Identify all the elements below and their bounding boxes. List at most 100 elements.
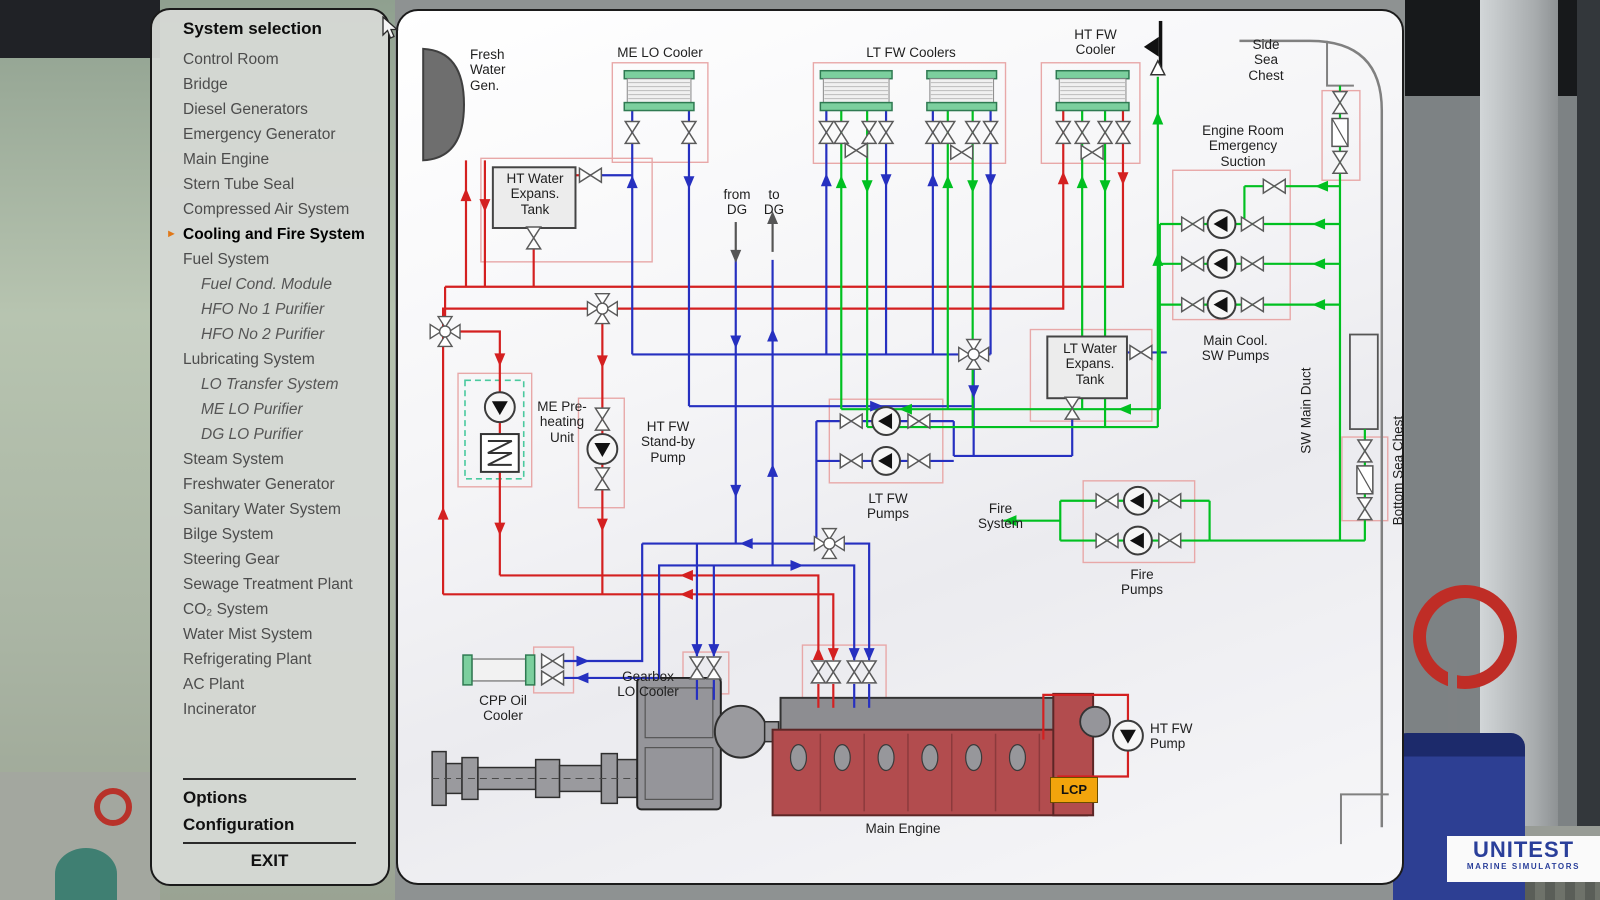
sidebar-item[interactable]: ► ME LO Purifier xyxy=(152,397,388,422)
sidebar-item[interactable]: ► Emergency Generator xyxy=(152,122,388,147)
valve-icon[interactable] xyxy=(579,168,601,182)
flow-arrow-icon xyxy=(575,672,588,683)
pump-icon[interactable] xyxy=(1208,291,1236,319)
valve-icon[interactable] xyxy=(542,671,564,685)
valve-icon[interactable] xyxy=(1182,298,1204,312)
valve-icon[interactable] xyxy=(840,454,862,468)
sidebar-item[interactable]: ► LO Transfer System xyxy=(152,372,388,397)
sidebar-item[interactable]: ► Stern Tube Seal xyxy=(152,172,388,197)
valve-icon[interactable] xyxy=(707,657,721,679)
sidebar-item[interactable]: ► Incinerator xyxy=(152,697,388,722)
pump-icon[interactable] xyxy=(1124,527,1152,555)
sidebar-item[interactable]: ► Diesel Generators xyxy=(152,97,388,122)
exit-button[interactable]: EXIT xyxy=(183,848,356,874)
valve-icon[interactable] xyxy=(862,661,876,683)
pump-icon[interactable] xyxy=(872,407,900,435)
sidebar-item[interactable]: ► Lubricating System xyxy=(152,347,388,372)
valve-icon[interactable] xyxy=(862,121,876,143)
valve-icon[interactable] xyxy=(1241,217,1263,231)
sidebar-item[interactable]: ► Fuel Cond. Module xyxy=(152,272,388,297)
sidebar-item[interactable]: ► Main Engine xyxy=(152,147,388,172)
valve-icon[interactable] xyxy=(1263,179,1285,193)
valve-icon[interactable] xyxy=(951,145,973,159)
sidebar-item[interactable]: ► Water Mist System xyxy=(152,622,388,647)
valve-icon[interactable] xyxy=(845,143,867,157)
valve-icon[interactable] xyxy=(595,468,609,490)
logo-tagline: MARINE SIMULATORS xyxy=(1447,862,1600,872)
sidebar-item[interactable]: ► AC Plant xyxy=(152,672,388,697)
valve-icon[interactable] xyxy=(811,661,825,683)
valve-icon[interactable] xyxy=(1182,217,1204,231)
valve-icon[interactable] xyxy=(879,121,893,143)
sidebar-item[interactable]: ► CO₂ System xyxy=(152,597,388,622)
flow-arrow-icon xyxy=(967,180,978,193)
configuration-button[interactable]: Configuration xyxy=(183,811,356,838)
options-button[interactable]: Options xyxy=(183,784,356,811)
valve-icon[interactable] xyxy=(527,227,541,249)
valve-icon[interactable] xyxy=(984,121,998,143)
sidebar-item[interactable]: ► HFO No 2 Purifier xyxy=(152,322,388,347)
sidebar-item[interactable]: ► Fuel System xyxy=(152,247,388,272)
flow-arrow-icon xyxy=(494,353,505,366)
label-ht-fw-standby-pump: HT FW Stand-by Pump xyxy=(628,419,708,465)
pump-icon[interactable] xyxy=(1208,210,1236,238)
valve-icon[interactable] xyxy=(1333,92,1347,114)
valve-icon[interactable] xyxy=(1241,257,1263,271)
valve-icon[interactable] xyxy=(682,121,696,143)
valve-icon[interactable] xyxy=(966,121,980,143)
sidebar-item[interactable]: ► Control Room xyxy=(152,47,388,72)
sidebar-item[interactable]: ► Steam System xyxy=(152,447,388,472)
sidebar-item[interactable]: ► Freshwater Generator xyxy=(152,472,388,497)
valve-icon[interactable] xyxy=(1096,494,1118,508)
three-way-valve-icon[interactable] xyxy=(959,339,989,369)
valve-icon[interactable] xyxy=(1159,494,1181,508)
valve-icon[interactable] xyxy=(1098,121,1112,143)
sidebar-item[interactable]: ► Sanitary Water System xyxy=(152,497,388,522)
flow-arrow-icon xyxy=(985,174,996,187)
valve-icon[interactable] xyxy=(1358,498,1372,520)
valve-icon[interactable] xyxy=(941,121,955,143)
flow-arrow-icon xyxy=(791,560,804,571)
valve-icon[interactable] xyxy=(840,414,862,428)
valve-icon[interactable] xyxy=(834,121,848,143)
valve-icon[interactable] xyxy=(1241,298,1263,312)
valve-icon[interactable] xyxy=(1358,440,1372,462)
lcp-badge[interactable]: LCP xyxy=(1050,777,1098,803)
valve-icon[interactable] xyxy=(1130,345,1152,359)
pump-icon[interactable] xyxy=(1124,487,1152,515)
pump-icon[interactable] xyxy=(485,392,515,422)
three-way-valve-icon[interactable] xyxy=(430,317,460,347)
valve-icon[interactable] xyxy=(1182,257,1204,271)
valve-icon[interactable] xyxy=(542,654,564,668)
valve-icon[interactable] xyxy=(908,454,930,468)
sidebar-item[interactable]: ► DG LO Purifier xyxy=(152,422,388,447)
sidebar-item[interactable]: ► Bilge System xyxy=(152,522,388,547)
valve-icon[interactable] xyxy=(826,661,840,683)
valve-icon[interactable] xyxy=(1075,121,1089,143)
sidebar-item[interactable]: ► Refrigerating Plant xyxy=(152,647,388,672)
sidebar-item[interactable]: ► Sewage Treatment Plant xyxy=(152,572,388,597)
sidebar-item[interactable]: ► Bridge xyxy=(152,72,388,97)
valve-icon[interactable] xyxy=(1159,534,1181,548)
flow-arrow-icon xyxy=(576,656,589,667)
three-way-valve-icon[interactable] xyxy=(587,294,617,324)
sidebar-item[interactable]: ► Cooling and Fire System xyxy=(152,222,388,247)
valve-icon[interactable] xyxy=(819,121,833,143)
valve-icon[interactable] xyxy=(847,661,861,683)
valve-icon[interactable] xyxy=(1333,151,1347,173)
valve-icon[interactable] xyxy=(1056,121,1070,143)
valve-icon[interactable] xyxy=(1081,145,1103,159)
pump-icon[interactable] xyxy=(1113,721,1143,751)
pump-icon[interactable] xyxy=(1208,250,1236,278)
sidebar-item[interactable]: ► HFO No 1 Purifier xyxy=(152,297,388,322)
pump-icon[interactable] xyxy=(872,447,900,475)
flow-arrow-icon xyxy=(597,519,608,532)
valve-icon[interactable] xyxy=(1116,121,1130,143)
sidebar-item[interactable]: ► Compressed Air System xyxy=(152,197,388,222)
three-way-valve-icon[interactable] xyxy=(814,529,844,559)
sidebar-item[interactable]: ► Steering Gear xyxy=(152,547,388,572)
valve-icon[interactable] xyxy=(926,121,940,143)
valve-icon[interactable] xyxy=(1096,534,1118,548)
valve-icon[interactable] xyxy=(595,408,609,430)
valve-icon[interactable] xyxy=(625,121,639,143)
